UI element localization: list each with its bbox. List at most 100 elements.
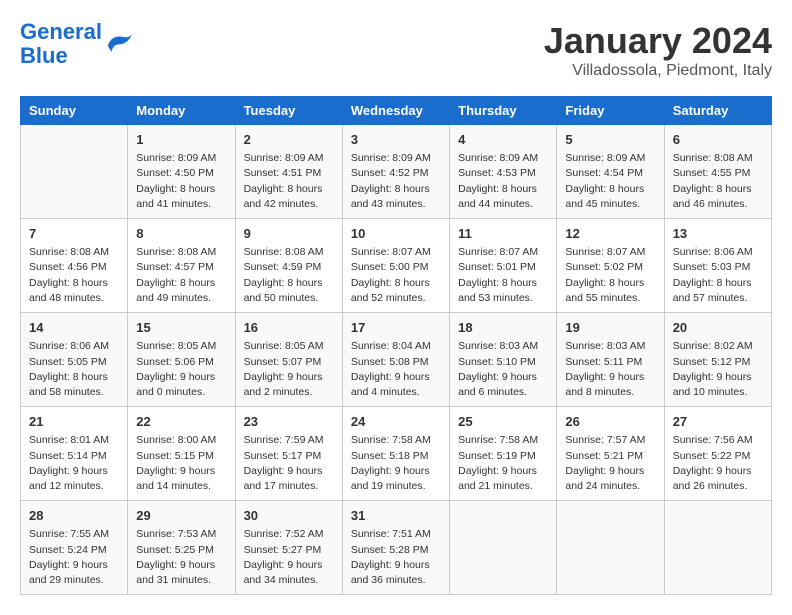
- day-info: Sunrise: 7:53 AMSunset: 5:25 PMDaylight:…: [136, 527, 226, 588]
- logo-text: General Blue: [20, 20, 102, 68]
- calendar-cell: [664, 501, 771, 595]
- day-number: 14: [29, 319, 119, 337]
- logo-bird-icon: [104, 30, 134, 58]
- calendar-cell: [557, 501, 664, 595]
- day-info: Sunrise: 8:06 AMSunset: 5:03 PMDaylight:…: [673, 245, 763, 306]
- day-info: Sunrise: 8:09 AMSunset: 4:51 PMDaylight:…: [244, 151, 334, 212]
- day-number: 7: [29, 225, 119, 243]
- day-number: 26: [565, 413, 655, 431]
- calendar-cell: 5Sunrise: 8:09 AMSunset: 4:54 PMDaylight…: [557, 125, 664, 219]
- day-info: Sunrise: 8:08 AMSunset: 4:55 PMDaylight:…: [673, 151, 763, 212]
- logo: General Blue: [20, 20, 134, 68]
- calendar-cell: 12Sunrise: 8:07 AMSunset: 5:02 PMDayligh…: [557, 219, 664, 313]
- subtitle: Villadossola, Piedmont, Italy: [544, 62, 772, 80]
- day-number: 23: [244, 413, 334, 431]
- day-number: 20: [673, 319, 763, 337]
- day-info: Sunrise: 8:07 AMSunset: 5:02 PMDaylight:…: [565, 245, 655, 306]
- day-info: Sunrise: 8:09 AMSunset: 4:52 PMDaylight:…: [351, 151, 441, 212]
- main-title: January 2024: [544, 20, 772, 62]
- day-number: 8: [136, 225, 226, 243]
- day-info: Sunrise: 8:00 AMSunset: 5:15 PMDaylight:…: [136, 433, 226, 494]
- day-number: 28: [29, 507, 119, 525]
- calendar-week-row: 14 Sunrise: 8:06 AMSunset: 5:05 PMDayligh…: [21, 313, 772, 407]
- day-info: Sunrise: 7:58 AMSunset: 5:18 PMDaylight:…: [351, 433, 441, 494]
- calendar-cell: 30Sunrise: 7:52 AMSunset: 5:27 PMDayligh…: [235, 501, 342, 595]
- day-number: 19: [565, 319, 655, 337]
- calendar-cell: 24Sunrise: 7:58 AMSunset: 5:18 PMDayligh…: [342, 407, 449, 501]
- day-info: Sunrise: 7:58 AMSunset: 5:19 PMDaylight:…: [458, 433, 548, 494]
- day-number: 27: [673, 413, 763, 431]
- calendar-cell: 6 Sunrise: 8:08 AMSunset: 4:55 PMDaylight…: [664, 125, 771, 219]
- calendar-cell: 31Sunrise: 7:51 AMSunset: 5:28 PMDayligh…: [342, 501, 449, 595]
- calendar-cell: 20 Sunrise: 8:02 AMSunset: 5:12 PMDayligh…: [664, 313, 771, 407]
- calendar-cell: 21Sunrise: 8:01 AMSunset: 5:14 PMDayligh…: [21, 407, 128, 501]
- calendar-cell: 28 Sunrise: 7:55 AMSunset: 5:24 PMDayligh…: [21, 501, 128, 595]
- calendar-cell: 27 Sunrise: 7:56 AMSunset: 5:22 PMDayligh…: [664, 407, 771, 501]
- day-number: 25: [458, 413, 548, 431]
- calendar-week-row: 1 Sunrise: 8:09 AMSunset: 4:50 PMDaylight…: [21, 125, 772, 219]
- calendar-cell: 14 Sunrise: 8:06 AMSunset: 5:05 PMDayligh…: [21, 313, 128, 407]
- calendar-cell: 2 Sunrise: 8:09 AMSunset: 4:51 PMDaylight…: [235, 125, 342, 219]
- calendar-cell: 10 Sunrise: 8:07 AMSunset: 5:00 PMDayligh…: [342, 219, 449, 313]
- day-number: 11: [458, 225, 548, 243]
- day-header-wednesday: Wednesday: [342, 97, 449, 125]
- calendar-cell: 19 Sunrise: 8:03 AMSunset: 5:11 PMDayligh…: [557, 313, 664, 407]
- calendar-cell: 4Sunrise: 8:09 AMSunset: 4:53 PMDaylight…: [450, 125, 557, 219]
- day-number: 22: [136, 413, 226, 431]
- calendar-cell: 15 Sunrise: 8:05 AMSunset: 5:06 PMDayligh…: [128, 313, 235, 407]
- day-number: 3: [351, 131, 441, 149]
- calendar-cell: 3 Sunrise: 8:09 AMSunset: 4:52 PMDaylight…: [342, 125, 449, 219]
- day-info: Sunrise: 7:51 AMSunset: 5:28 PMDaylight:…: [351, 527, 441, 588]
- calendar-cell: [450, 501, 557, 595]
- day-info: Sunrise: 8:03 AMSunset: 5:11 PMDaylight:…: [565, 339, 655, 400]
- day-number: 5: [565, 131, 655, 149]
- day-info: Sunrise: 7:55 AMSunset: 5:24 PMDaylight:…: [29, 527, 119, 588]
- calendar-cell: 29Sunrise: 7:53 AMSunset: 5:25 PMDayligh…: [128, 501, 235, 595]
- day-header-monday: Monday: [128, 97, 235, 125]
- calendar-cell: 22 Sunrise: 8:00 AMSunset: 5:15 PMDayligh…: [128, 407, 235, 501]
- day-header-sunday: Sunday: [21, 97, 128, 125]
- calendar-table: SundayMondayTuesdayWednesdayThursdayFrid…: [20, 96, 772, 595]
- day-number: 4: [458, 131, 548, 149]
- day-number: 6: [673, 131, 763, 149]
- calendar-cell: 8 Sunrise: 8:08 AMSunset: 4:57 PMDaylight…: [128, 219, 235, 313]
- day-info: Sunrise: 8:05 AMSunset: 5:07 PMDaylight:…: [244, 339, 334, 400]
- page-header: General Blue January 2024 Villadossola, …: [20, 20, 772, 80]
- calendar-cell: 25 Sunrise: 7:58 AMSunset: 5:19 PMDayligh…: [450, 407, 557, 501]
- calendar-cell: 7 Sunrise: 8:08 AMSunset: 4:56 PMDaylight…: [21, 219, 128, 313]
- day-info: Sunrise: 8:01 AMSunset: 5:14 PMDaylight:…: [29, 433, 119, 494]
- day-number: 10: [351, 225, 441, 243]
- day-number: 17: [351, 319, 441, 337]
- day-info: Sunrise: 8:05 AMSunset: 5:06 PMDaylight:…: [136, 339, 226, 400]
- day-info: Sunrise: 7:52 AMSunset: 5:27 PMDaylight:…: [244, 527, 334, 588]
- title-block: January 2024 Villadossola, Piedmont, Ita…: [544, 20, 772, 80]
- day-info: Sunrise: 8:09 AMSunset: 4:50 PMDaylight:…: [136, 151, 226, 212]
- day-number: 18: [458, 319, 548, 337]
- day-info: Sunrise: 8:03 AMSunset: 5:10 PMDaylight:…: [458, 339, 548, 400]
- day-info: Sunrise: 8:04 AMSunset: 5:08 PMDaylight:…: [351, 339, 441, 400]
- calendar-cell: 18 Sunrise: 8:03 AMSunset: 5:10 PMDayligh…: [450, 313, 557, 407]
- day-info: Sunrise: 8:06 AMSunset: 5:05 PMDaylight:…: [29, 339, 119, 400]
- calendar-cell: 1 Sunrise: 8:09 AMSunset: 4:50 PMDaylight…: [128, 125, 235, 219]
- day-number: 2: [244, 131, 334, 149]
- calendar-cell: 17 Sunrise: 8:04 AMSunset: 5:08 PMDayligh…: [342, 313, 449, 407]
- day-info: Sunrise: 7:57 AMSunset: 5:21 PMDaylight:…: [565, 433, 655, 494]
- day-header-tuesday: Tuesday: [235, 97, 342, 125]
- day-info: Sunrise: 8:02 AMSunset: 5:12 PMDaylight:…: [673, 339, 763, 400]
- day-info: Sunrise: 7:56 AMSunset: 5:22 PMDaylight:…: [673, 433, 763, 494]
- calendar-week-row: 28 Sunrise: 7:55 AMSunset: 5:24 PMDayligh…: [21, 501, 772, 595]
- day-info: Sunrise: 8:07 AMSunset: 5:00 PMDaylight:…: [351, 245, 441, 306]
- day-info: Sunrise: 8:08 AMSunset: 4:57 PMDaylight:…: [136, 245, 226, 306]
- day-number: 16: [244, 319, 334, 337]
- calendar-cell: 9Sunrise: 8:08 AMSunset: 4:59 PMDaylight…: [235, 219, 342, 313]
- calendar-cell: 23Sunrise: 7:59 AMSunset: 5:17 PMDayligh…: [235, 407, 342, 501]
- day-number: 15: [136, 319, 226, 337]
- day-info: Sunrise: 8:08 AMSunset: 4:56 PMDaylight:…: [29, 245, 119, 306]
- day-number: 1: [136, 131, 226, 149]
- calendar-cell: 13 Sunrise: 8:06 AMSunset: 5:03 PMDayligh…: [664, 219, 771, 313]
- day-number: 9: [244, 225, 334, 243]
- day-number: 13: [673, 225, 763, 243]
- calendar-cell: 16 Sunrise: 8:05 AMSunset: 5:07 PMDayligh…: [235, 313, 342, 407]
- day-header-thursday: Thursday: [450, 97, 557, 125]
- day-header-saturday: Saturday: [664, 97, 771, 125]
